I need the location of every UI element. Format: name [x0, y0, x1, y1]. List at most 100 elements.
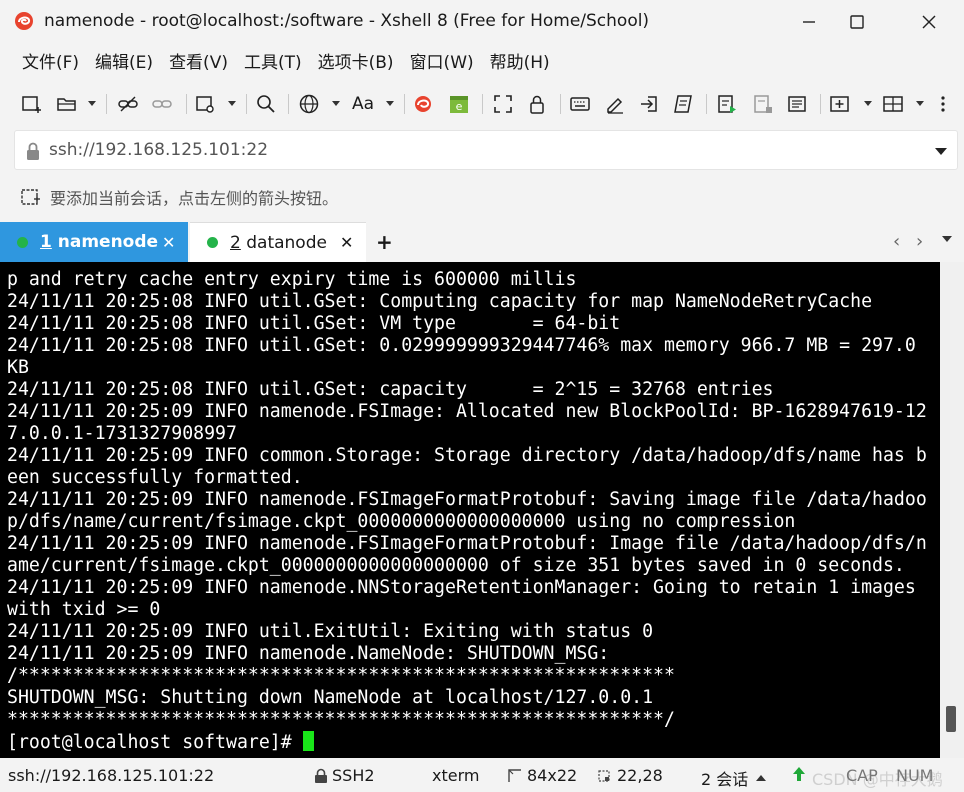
properties-dropdown-icon[interactable]	[228, 101, 236, 106]
encoding-dropdown-icon[interactable]	[332, 101, 340, 106]
xftp-icon: e	[450, 96, 468, 113]
menu-tabs[interactable]: 选项卡(B)	[310, 48, 402, 80]
terminal-cursor	[302, 731, 314, 751]
terminal-line: 24/11/11 20:25:08 INFO util.GSet: capaci…	[7, 379, 774, 400]
terminal-line: 24/11/11 20:25:09 INFO namenode.FSImageF…	[7, 533, 927, 554]
fullscreen-button[interactable]	[492, 91, 514, 117]
terminal-line: 24/11/11 20:25:09 INFO namenode.NameNode…	[7, 643, 610, 664]
connected-status-icon	[207, 237, 218, 248]
menu-help[interactable]: 帮助(H)	[482, 48, 558, 80]
terminal-line: p/dfs/name/current/fsimage.ckpt_00000000…	[7, 511, 796, 532]
font-button[interactable]: Aa	[352, 91, 374, 117]
status-bar: ssh://192.168.125.101:22 SSH2 xterm 84x2…	[0, 758, 964, 792]
toolbar-divider	[186, 94, 187, 114]
tab-namenode[interactable]: 1 namenode ✕	[0, 222, 188, 262]
tab-label: 2 datanode	[230, 232, 327, 253]
open-session-dropdown-icon[interactable]	[88, 101, 96, 106]
new-tab-icon[interactable]: +	[376, 230, 393, 254]
xftp-button[interactable]: e	[448, 91, 470, 117]
script-icon	[674, 95, 692, 113]
font-dropdown-icon[interactable]	[386, 101, 394, 106]
scrollbar-thumb[interactable]	[946, 706, 956, 732]
encoding-button[interactable]	[298, 91, 320, 117]
add-session-arrow-icon[interactable]	[20, 186, 42, 208]
toolbar-divider	[106, 94, 107, 114]
layout-dropdown-icon[interactable]	[916, 101, 924, 106]
terminal-line: 24/11/11 20:25:08 INFO util.GSet: 0.0299…	[7, 335, 916, 356]
menu-edit[interactable]: 编辑(E)	[87, 48, 161, 80]
new-session-button[interactable]	[20, 91, 42, 117]
window-title: namenode - root@localhost:/software - Xs…	[44, 11, 650, 31]
tab-list-dropdown-icon[interactable]	[942, 236, 952, 242]
chevron-right-icon[interactable]: ›	[916, 231, 923, 252]
status-connection: ssh://192.168.125.101:22	[8, 766, 215, 785]
address-input[interactable]	[49, 137, 909, 163]
terminal-line: ****************************************…	[7, 709, 675, 730]
menu-bar: 文件(F) 编辑(E) 查看(V) 工具(T) 选项卡(B) 窗口(W) 帮助(…	[0, 48, 558, 80]
address-dropdown-icon[interactable]	[935, 148, 947, 155]
title-bar: namenode - root@localhost:/software - Xs…	[0, 0, 964, 44]
menu-window[interactable]: 窗口(W)	[402, 48, 482, 80]
terminal-line: 24/11/11 20:25:09 INFO namenode.FSImageF…	[7, 489, 927, 510]
find-button[interactable]	[255, 91, 277, 117]
new-tab-group-dropdown-icon[interactable]	[864, 101, 872, 106]
close-window-button[interactable]	[906, 6, 952, 38]
minimize-button[interactable]	[786, 6, 832, 38]
close-icon	[922, 15, 936, 29]
menu-tools[interactable]: 工具(T)	[236, 48, 310, 80]
minimize-icon	[803, 21, 815, 23]
globe-icon	[299, 94, 319, 114]
transfer-button[interactable]	[638, 91, 660, 117]
tab-datanode[interactable]: 2 datanode ✕	[190, 222, 366, 262]
split-layout-icon	[883, 96, 903, 112]
terminal[interactable]: p and retry cache entry expiry time is 6…	[0, 262, 964, 758]
toolbar-divider	[404, 94, 405, 114]
status-sessions[interactable]: 2 会话	[701, 766, 767, 790]
keyboard-button[interactable]	[569, 91, 591, 117]
hint-bar: 要添加当前会话，点击左侧的箭头按钮。	[20, 184, 338, 210]
menu-view[interactable]: 查看(V)	[161, 48, 236, 80]
connected-status-icon	[17, 236, 28, 248]
layout-button[interactable]	[882, 91, 904, 117]
svg-text:e: e	[456, 100, 463, 113]
terminal-line: 7.0.0.1-1731327908997	[7, 423, 237, 444]
terminal-line: een successfully formatted.	[7, 467, 303, 488]
toolbar-overflow-button[interactable]	[940, 91, 946, 117]
terminal-line: 24/11/11 20:25:09 INFO common.Storage: S…	[7, 445, 927, 466]
toolbar-divider	[820, 94, 821, 114]
cursor-position-icon	[598, 769, 610, 782]
fullscreen-icon	[494, 95, 512, 113]
properties-button[interactable]	[194, 91, 216, 117]
open-session-button[interactable]	[56, 91, 78, 117]
reconnect-button[interactable]	[117, 91, 139, 117]
close-tab-icon[interactable]: ✕	[162, 233, 175, 252]
menu-file[interactable]: 文件(F)	[14, 48, 87, 80]
maximize-button[interactable]	[834, 6, 880, 38]
log-view-button[interactable]	[786, 91, 808, 117]
pen-icon	[607, 97, 623, 114]
terminal-prompt-line[interactable]: [root@localhost software]#	[7, 731, 937, 753]
status-caps: CAP	[846, 766, 878, 785]
terminal-scrollbar[interactable]	[940, 262, 964, 758]
status-terminal-type: xterm	[432, 766, 480, 785]
compose-button[interactable]	[604, 91, 626, 117]
toolbar-divider	[706, 94, 707, 114]
toolbar-divider	[482, 94, 483, 114]
terminal-line: SHUTDOWN_MSG: Shutting down NameNode at …	[7, 687, 654, 708]
stop-logging-button[interactable]	[752, 91, 774, 117]
xshell-button[interactable]	[412, 91, 434, 117]
resize-icon	[508, 768, 521, 782]
arrow-up-icon	[793, 767, 805, 781]
start-logging-button[interactable]	[716, 91, 738, 117]
script-button[interactable]	[672, 91, 694, 117]
login-arrow-icon	[641, 96, 657, 112]
lock-button[interactable]	[526, 91, 548, 117]
new-tab-group-button[interactable]	[829, 91, 851, 117]
close-tab-icon[interactable]: ✕	[340, 233, 353, 252]
disconnect-button[interactable]	[151, 91, 173, 117]
terminal-line: KB	[7, 357, 29, 378]
toolbar-divider	[246, 94, 247, 114]
chevron-left-icon[interactable]: ‹	[893, 231, 900, 252]
terminal-line: 24/11/11 20:25:09 INFO namenode.NNStorag…	[7, 577, 916, 598]
link-icon	[118, 96, 138, 112]
